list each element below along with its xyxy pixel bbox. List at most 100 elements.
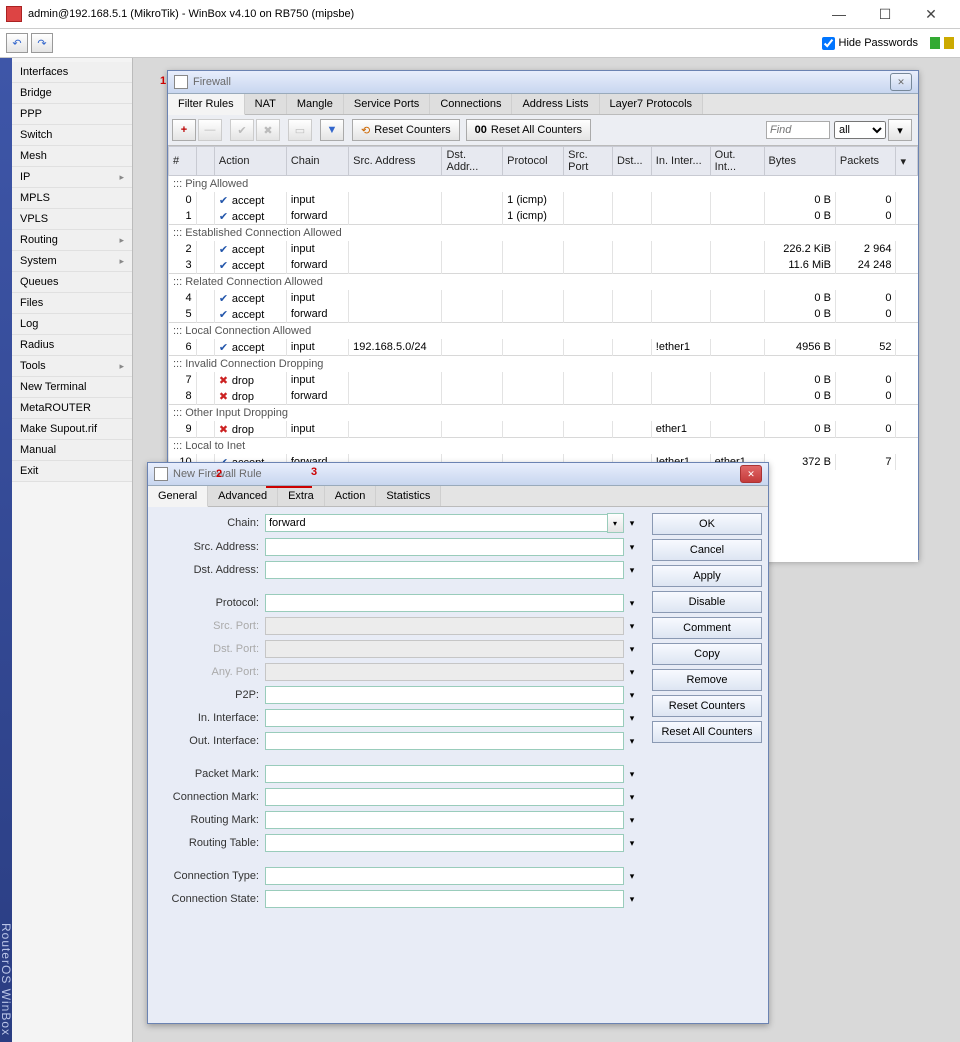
dropdown-chain[interactable]: ▾ xyxy=(607,513,624,533)
menu-item-metarouter[interactable]: MetaROUTER xyxy=(12,398,132,419)
tab-nat[interactable]: NAT xyxy=(245,94,287,114)
button-disable[interactable]: Disable xyxy=(652,591,762,613)
table-row[interactable]: 8✖ dropforward0 B0 xyxy=(169,388,918,405)
menu-item-log[interactable]: Log xyxy=(12,314,132,335)
add-button[interactable]: + xyxy=(172,119,196,141)
expand-cmark[interactable]: ▾ xyxy=(624,788,640,806)
comment-button[interactable]: ▭ xyxy=(288,119,312,141)
column-header[interactable]: Src. Port xyxy=(564,147,613,176)
menu-item-radius[interactable]: Radius xyxy=(12,335,132,356)
column-header[interactable]: Protocol xyxy=(503,147,564,176)
input-p2p[interactable] xyxy=(265,686,624,704)
column-header[interactable]: Src. Address xyxy=(349,147,442,176)
expand-ctype[interactable]: ▾ xyxy=(624,867,640,885)
dialog-tab-statistics[interactable]: Statistics xyxy=(376,486,441,506)
table-row[interactable]: 0✔ acceptinput1 (icmp)0 B0 xyxy=(169,192,918,208)
expand-srcport[interactable]: ▾ xyxy=(624,617,640,635)
table-row[interactable]: 1✔ acceptforward1 (icmp)0 B0 xyxy=(169,208,918,225)
menu-item-queues[interactable]: Queues xyxy=(12,272,132,293)
column-header[interactable]: Packets xyxy=(835,147,896,176)
menu-item-exit[interactable]: Exit xyxy=(12,461,132,482)
expand-chain[interactable]: ▾ xyxy=(624,514,640,532)
menu-item-system[interactable]: System xyxy=(12,251,132,272)
menu-item-mesh[interactable]: Mesh xyxy=(12,146,132,167)
button-comment[interactable]: Comment xyxy=(652,617,762,639)
input-rtable[interactable] xyxy=(265,834,624,852)
button-copy[interactable]: Copy xyxy=(652,643,762,665)
menu-item-new-terminal[interactable]: New Terminal xyxy=(12,377,132,398)
reset-all-counters-button[interactable]: 00Reset All Counters xyxy=(466,119,591,141)
columns-menu-icon[interactable]: ▾ xyxy=(896,147,918,176)
dialog-close-button[interactable]: ✕ xyxy=(740,465,762,483)
menu-item-manual[interactable]: Manual xyxy=(12,440,132,461)
menu-item-ppp[interactable]: PPP xyxy=(12,104,132,125)
column-header[interactable]: In. Inter... xyxy=(651,147,710,176)
column-header[interactable]: Out. Int... xyxy=(710,147,764,176)
column-header[interactable]: Bytes xyxy=(764,147,835,176)
column-header[interactable]: Dst... xyxy=(612,147,651,176)
firewall-close-button[interactable]: ✕ xyxy=(890,73,912,91)
menu-item-switch[interactable]: Switch xyxy=(12,125,132,146)
button-reset-counters[interactable]: Reset Counters xyxy=(652,695,762,717)
input-cmark[interactable] xyxy=(265,788,624,806)
input-ctype[interactable] xyxy=(265,867,624,885)
menu-item-mpls[interactable]: MPLS xyxy=(12,188,132,209)
tab-layer7-protocols[interactable]: Layer7 Protocols xyxy=(600,94,704,114)
table-row[interactable]: 4✔ acceptinput0 B0 xyxy=(169,290,918,306)
menu-item-files[interactable]: Files xyxy=(12,293,132,314)
expand-dst[interactable]: ▾ xyxy=(624,561,640,579)
expand-rmark[interactable]: ▾ xyxy=(624,811,640,829)
button-remove[interactable]: Remove xyxy=(652,669,762,691)
column-header[interactable]: Chain xyxy=(286,147,348,176)
input-pmark[interactable] xyxy=(265,765,624,783)
input-chain[interactable] xyxy=(265,514,608,532)
filter-icon[interactable]: ▼ xyxy=(320,119,344,141)
input-rmark[interactable] xyxy=(265,811,624,829)
redo-button[interactable]: ↷ xyxy=(31,33,53,53)
enable-button[interactable]: ✔ xyxy=(230,119,254,141)
column-header[interactable]: Dst. Addr... xyxy=(442,147,503,176)
tab-address-lists[interactable]: Address Lists xyxy=(512,94,599,114)
button-reset-all-counters[interactable]: Reset All Counters xyxy=(652,721,762,743)
menu-item-tools[interactable]: Tools xyxy=(12,356,132,377)
close-button[interactable]: ✕ xyxy=(908,2,954,26)
disable-button[interactable]: ✖ xyxy=(256,119,280,141)
menu-item-make-supout.rif[interactable]: Make Supout.rif xyxy=(12,419,132,440)
firewall-titlebar[interactable]: Firewall ✕ xyxy=(168,71,918,94)
table-row[interactable]: 6✔ acceptinput192.168.5.0/24!ether14956 … xyxy=(169,339,918,356)
table-row[interactable]: 9✖ dropinputether10 B0 xyxy=(169,421,918,438)
minimize-button[interactable]: — xyxy=(816,2,862,26)
undo-button[interactable]: ↶ xyxy=(6,33,28,53)
expand-pmark[interactable]: ▾ xyxy=(624,765,640,783)
button-cancel[interactable]: Cancel xyxy=(652,539,762,561)
input-src[interactable] xyxy=(265,538,624,556)
expand-proto[interactable]: ▾ xyxy=(624,594,640,612)
reset-counters-button[interactable]: ⟲Reset Counters xyxy=(352,119,460,141)
table-row[interactable]: 2✔ acceptinput226.2 KiB2 964 xyxy=(169,241,918,257)
button-apply[interactable]: Apply xyxy=(652,565,762,587)
input-proto[interactable] xyxy=(265,594,624,612)
expand-src[interactable]: ▾ xyxy=(624,538,640,556)
input-dst[interactable] xyxy=(265,561,624,579)
table-row[interactable]: 3✔ acceptforward11.6 MiB24 248 xyxy=(169,257,918,274)
menu-item-vpls[interactable]: VPLS xyxy=(12,209,132,230)
maximize-button[interactable]: ☐ xyxy=(862,2,908,26)
dialog-tab-general[interactable]: General xyxy=(148,486,208,507)
menu-item-interfaces[interactable]: Interfaces xyxy=(12,62,132,83)
column-header[interactable]: # xyxy=(169,147,197,176)
input-cstate[interactable] xyxy=(265,890,624,908)
filter-select[interactable]: all xyxy=(834,121,886,139)
filter-dropdown-icon[interactable]: ▾ xyxy=(888,119,912,141)
menu-item-ip[interactable]: IP xyxy=(12,167,132,188)
column-header[interactable] xyxy=(196,147,214,176)
button-ok[interactable]: OK xyxy=(652,513,762,535)
column-header[interactable]: Action xyxy=(214,147,286,176)
expand-dstport[interactable]: ▾ xyxy=(624,640,640,658)
dialog-tab-extra[interactable]: Extra xyxy=(278,486,325,506)
find-input[interactable] xyxy=(766,121,830,139)
table-row[interactable]: 7✖ dropinput0 B0 xyxy=(169,372,918,388)
dialog-tab-advanced[interactable]: Advanced xyxy=(208,486,278,506)
menu-item-routing[interactable]: Routing xyxy=(12,230,132,251)
table-row[interactable]: 5✔ acceptforward0 B0 xyxy=(169,306,918,323)
expand-inif[interactable]: ▾ xyxy=(624,709,640,727)
